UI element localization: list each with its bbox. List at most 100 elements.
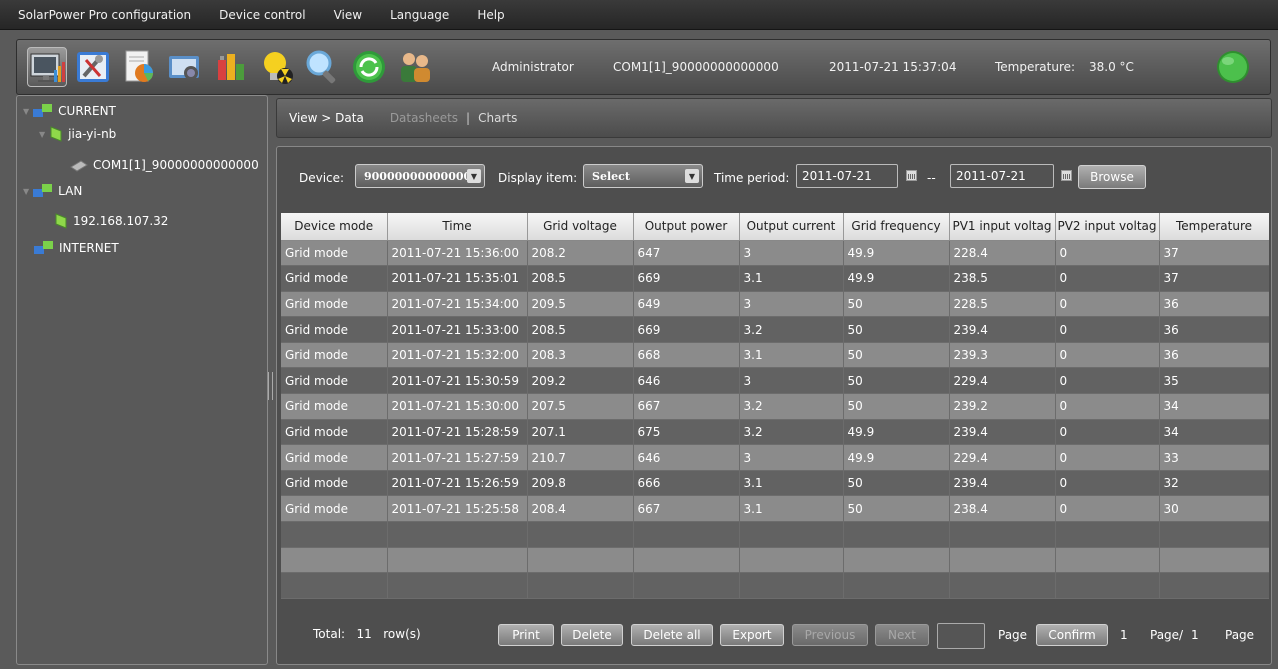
menu-view[interactable]: View [334, 8, 362, 22]
data-table: Device mode Time Grid voltage Output pow… [281, 213, 1269, 599]
cell-time: 2011-07-21 15:32:00 [387, 342, 528, 369]
cell-grid-frequency: 50 [843, 291, 950, 318]
table-row[interactable]: Grid mode 2011-07-21 15:30:00 207.5 667 3.2 5… [281, 393, 1269, 420]
tab-charts[interactable]: Charts [478, 111, 517, 125]
tree-node-port[interactable]: COM1[1]_90000000000000 [69, 157, 259, 173]
tools-icon[interactable] [73, 47, 113, 87]
cell-grid-voltage: 209.2 [527, 367, 634, 395]
col-output-current[interactable]: Output current [739, 213, 844, 241]
table-row[interactable]: Grid mode 2011-07-21 15:30:59 209.2 646 3 50 2… [281, 367, 1269, 395]
col-grid-frequency[interactable]: Grid frequency [843, 213, 950, 241]
tab-datasheets[interactable]: Datasheets [390, 111, 458, 125]
expand-arrow-icon[interactable]: ▼ [23, 187, 29, 196]
cell-grid-voltage: 210.7 [527, 444, 634, 471]
cell-temperature [1159, 572, 1269, 599]
empty-table-row[interactable] [281, 521, 1269, 548]
inverter-icon [55, 213, 67, 229]
table-row[interactable]: Grid mode 2011-07-21 15:26:59 209.8 666 3.1 5… [281, 470, 1269, 497]
temperature-label: Temperature: [995, 60, 1076, 74]
tree-node-host[interactable]: ▼ jia-yi-nb [39, 125, 116, 143]
table-row[interactable]: Grid mode 2011-07-21 15:27:59 210.7 646 3 49.… [281, 444, 1269, 471]
cell-grid-frequency: 50 [843, 393, 950, 420]
col-output-power[interactable]: Output power [633, 213, 740, 241]
tree-node-ip[interactable]: 192.168.107.32 [53, 212, 168, 230]
users-icon[interactable] [395, 47, 435, 87]
menu-device-control[interactable]: Device control [219, 8, 305, 22]
menu-configuration[interactable]: SolarPower Pro configuration [18, 8, 191, 22]
cell-time: 2011-07-21 15:25:58 [387, 495, 528, 523]
tree-node-lan[interactable]: ▼ LAN [23, 182, 82, 200]
cell-time: 2011-07-21 15:27:59 [387, 444, 528, 471]
cell-output-power [633, 521, 740, 548]
date-from-input[interactable]: 2011-07-21 [796, 164, 898, 188]
col-pv1-input-voltage[interactable]: PV1 input voltag [949, 213, 1056, 241]
cell-output-current [739, 572, 844, 599]
device-select[interactable]: 90000000000000 ▼ [355, 164, 485, 188]
cell-device-mode: Grid mode [281, 342, 388, 369]
col-device-mode[interactable]: Device mode [281, 213, 388, 241]
tree-label-ip: 192.168.107.32 [73, 214, 169, 228]
col-grid-voltage[interactable]: Grid voltage [527, 213, 634, 241]
inverter-icon [50, 126, 62, 142]
cell-device-mode: Grid mode [281, 291, 388, 318]
menu-language[interactable]: Language [390, 8, 449, 22]
battery-icon[interactable] [211, 47, 251, 87]
print-button[interactable]: Print [498, 624, 554, 646]
panel-splitter[interactable] [268, 372, 273, 400]
menu-help[interactable]: Help [477, 8, 504, 22]
display-item-label: Display item: [498, 171, 578, 185]
page-number-input[interactable] [937, 623, 985, 649]
cell-output-current [739, 521, 844, 548]
table-row[interactable]: Grid mode 2011-07-21 15:36:00 208.2 647 3 49.… [281, 240, 1269, 267]
browse-button[interactable]: Browse [1078, 165, 1146, 189]
chevron-down-icon: ▼ [685, 169, 699, 183]
expand-arrow-icon[interactable]: ▼ [39, 130, 45, 139]
previous-button[interactable]: Previous [792, 624, 868, 646]
report-icon[interactable] [119, 47, 159, 87]
display-item-select[interactable]: Select ▼ [583, 164, 703, 188]
cell-output-power [633, 547, 740, 574]
cell-pv2-input-voltage [1055, 521, 1160, 548]
col-pv2-input-voltage[interactable]: PV2 input voltag [1055, 213, 1160, 241]
tree-node-current[interactable]: ▼ CURRENT [23, 102, 116, 120]
cell-output-power: 669 [633, 316, 740, 343]
date-to-input[interactable]: 2011-07-21 [950, 164, 1054, 188]
page-suffix: Page [1225, 628, 1255, 642]
delete-button[interactable]: Delete [561, 624, 623, 646]
empty-table-row[interactable] [281, 547, 1269, 574]
export-button[interactable]: Export [720, 624, 784, 646]
table-row[interactable]: Grid mode 2011-07-21 15:32:00 208.3 668 3.1 5… [281, 342, 1269, 369]
cell-pv1-input-voltage: 229.4 [949, 444, 1056, 471]
table-row[interactable]: Grid mode 2011-07-21 15:35:01 208.5 669 3.1 4… [281, 265, 1269, 292]
cell-time: 2011-07-21 15:35:01 [387, 265, 528, 292]
cell-time [387, 547, 528, 574]
cell-output-power [633, 572, 740, 599]
col-time[interactable]: Time [387, 213, 528, 241]
cell-time: 2011-07-21 15:33:00 [387, 316, 528, 343]
table-row[interactable]: Grid mode 2011-07-21 15:25:58 208.4 667 3.1 5… [281, 495, 1269, 523]
device-label: Device: [299, 171, 345, 185]
tree-label-port: COM1[1]_90000000000000 [93, 158, 259, 172]
confirm-button[interactable]: Confirm [1036, 624, 1108, 646]
calendar-icon[interactable] [906, 170, 917, 181]
empty-table-row[interactable] [281, 572, 1269, 599]
table-row[interactable]: Grid mode 2011-07-21 15:28:59 207.1 675 3.2 4… [281, 419, 1269, 446]
hazard-bulb-icon[interactable] [257, 47, 297, 87]
search-icon[interactable] [303, 47, 343, 87]
calendar-icon[interactable] [1061, 170, 1072, 181]
monitor-chart-icon[interactable] [27, 47, 67, 87]
cell-device-mode: Grid mode [281, 495, 388, 523]
refresh-icon[interactable] [349, 47, 389, 87]
table-row[interactable]: Grid mode 2011-07-21 15:34:00 209.5 649 3 50 2… [281, 291, 1269, 318]
delete-all-button[interactable]: Delete all [631, 624, 713, 646]
cell-time [387, 572, 528, 599]
tree-node-internet[interactable]: INTERNET [33, 239, 119, 257]
tree-label-current: CURRENT [58, 104, 116, 118]
expand-arrow-icon[interactable]: ▼ [23, 107, 29, 116]
col-temperature[interactable]: Temperature [1159, 213, 1269, 241]
status-globe-icon [1217, 51, 1249, 83]
next-button[interactable]: Next [875, 624, 929, 646]
cell-output-current: 3 [739, 444, 844, 471]
camera-icon[interactable] [165, 47, 205, 87]
table-row[interactable]: Grid mode 2011-07-21 15:33:00 208.5 669 3.2 5… [281, 316, 1269, 343]
